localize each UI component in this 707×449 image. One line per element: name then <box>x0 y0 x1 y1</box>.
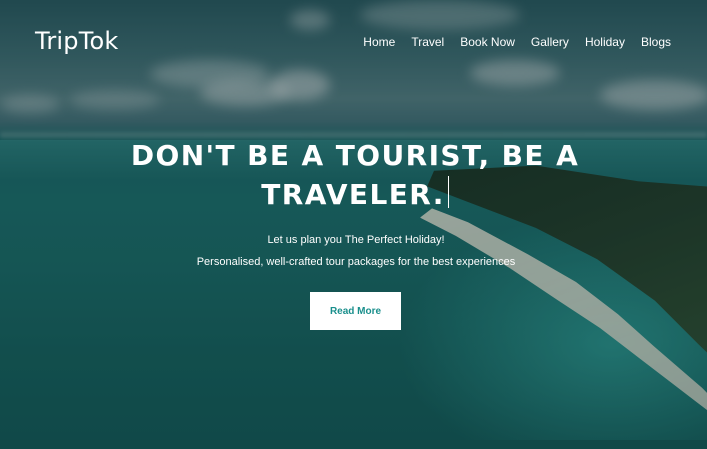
main-nav: Home Travel Book Now Gallery Holiday Blo… <box>363 35 671 49</box>
nav-item-book-now[interactable]: Book Now <box>460 35 515 49</box>
nav-item-blogs[interactable]: Blogs <box>641 35 671 49</box>
hero-headline-line1: DON'T BE A TOURIST, BE A <box>130 139 580 172</box>
hero-headline: DON'T BE A TOURIST, BE A TRAVELER. <box>100 136 610 214</box>
hero-headline-line2: TRAVELER. <box>261 178 445 211</box>
hero-subtitle: Let us plan you The Perfect Holiday! <box>267 234 445 246</box>
nav-item-home[interactable]: Home <box>363 35 395 49</box>
nav-item-gallery[interactable]: Gallery <box>531 35 569 49</box>
typing-caret <box>447 176 449 208</box>
nav-item-holiday[interactable]: Holiday <box>585 35 625 49</box>
brand-logo[interactable]: TripTok <box>35 27 118 55</box>
read-more-button[interactable]: Read More <box>310 292 401 330</box>
hero-section: TripTok Home Travel Book Now Gallery Hol… <box>0 0 707 449</box>
hero-tagline: Personalised, well-crafted tour packages… <box>196 256 516 268</box>
background-overlay <box>0 0 707 449</box>
nav-item-travel[interactable]: Travel <box>411 35 444 49</box>
